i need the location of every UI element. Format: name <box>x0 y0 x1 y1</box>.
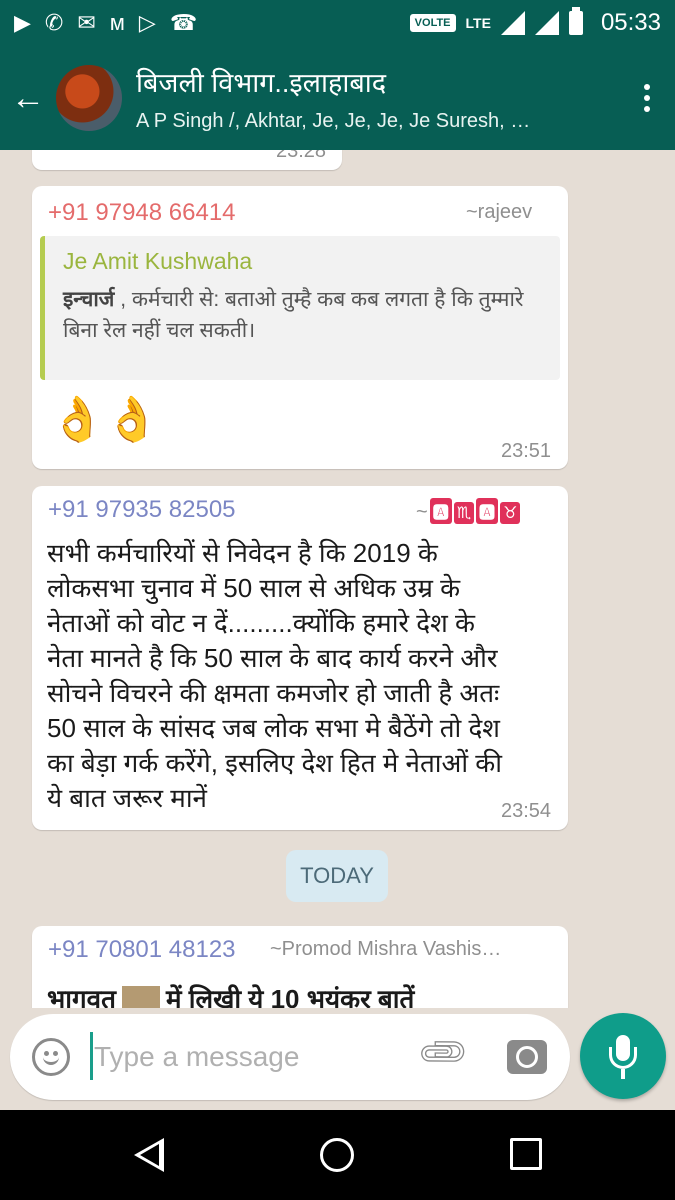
navigation-bar <box>0 1110 675 1200</box>
youtube-icon: ▶ <box>14 10 31 35</box>
message-time: 23:51 <box>501 440 552 462</box>
message-sender[interactable]: +91 97935 82505 <box>48 496 236 524</box>
message-time: 23:54 <box>501 800 552 822</box>
whatsapp-icon: ✆ <box>44 10 64 35</box>
group-title: बिजली विभाग..इलाहाबाद <box>136 68 387 98</box>
missed-call-icon: ☎ <box>169 10 198 35</box>
message-bubble[interactable]: 23:28 <box>32 150 342 170</box>
message-sender[interactable]: +91 97948 66414 <box>48 199 236 227</box>
alias-badge: 🅰 <box>429 498 452 524</box>
message-text: भागवत में लिखी ये 10 भयंकर बातें <box>47 982 547 1008</box>
quoted-message[interactable]: Je Amit Kushwaha इन्चार्ज , कर्मचारी से:… <box>40 236 560 380</box>
nav-back-icon[interactable] <box>134 1138 164 1172</box>
mic-button[interactable] <box>580 1013 666 1099</box>
message-text: सभी कर्मचारियों से निवेदन है कि 2019 के … <box>47 538 503 813</box>
message-time: 23:28 <box>276 150 327 162</box>
paperclip-icon[interactable]: 📎︎ <box>415 1024 472 1081</box>
message-bubble[interactable]: +91 97948 66414 ~rajeev Je Amit Kushwaha… <box>32 186 568 469</box>
ok-hand-emoji: 👌👌 <box>50 395 160 444</box>
message-text-start: भागवत <box>47 984 116 1008</box>
message-sender[interactable]: +91 70801 48123 <box>48 936 236 964</box>
notification-icons: ▶ ✆ ✉ ᴍ ▷ ☎ <box>14 12 410 34</box>
message-text-end: में लिखी ये 10 भयंकर बातें <box>165 984 415 1008</box>
date-divider: TODAY <box>286 850 388 902</box>
more-options-icon[interactable] <box>619 84 675 112</box>
alias-tilde: ~ <box>416 501 428 523</box>
alias-badge: 🅰 <box>476 498 499 524</box>
smile-icon[interactable] <box>32 1038 70 1076</box>
battery-icon <box>568 7 583 35</box>
sender-alias: ~rajeev <box>466 201 533 223</box>
group-members: A P Singh /, Akhtar, Je, Je, Je, Je Sure… <box>136 110 531 132</box>
group-avatar[interactable] <box>56 65 122 131</box>
signal-icon-2 <box>534 11 559 35</box>
sender-alias: ~ 🅰 ♏ 🅰 ♉ <box>416 498 521 524</box>
lte-label: LTE <box>465 15 491 31</box>
alias-badge: ♏ <box>453 502 475 524</box>
signal-icon <box>500 11 525 35</box>
clock: 05:33 <box>600 9 661 36</box>
gmail-icon: ✉ <box>77 10 96 35</box>
app-m-icon: ᴍ <box>109 10 125 35</box>
text-cursor <box>90 1032 93 1080</box>
message-bubble[interactable]: +91 97935 82505 ~ 🅰 ♏ 🅰 ♉ सभी कर्मचारियों से… <box>32 486 568 830</box>
message-bubble[interactable]: +91 70801 48123 ~Promod Mishra Vashis… भ… <box>32 926 568 1008</box>
quoted-text: इन्चार्ज , कर्मचारी से: बताओ तुम्है कब क… <box>63 284 553 346</box>
camera-icon[interactable] <box>507 1040 547 1074</box>
group-info[interactable]: बिजली विभाग..इलाहाबाद A P Singh /, Akhta… <box>136 63 619 133</box>
chat-area: 23:28 +91 97948 66414 ~rajeev Je Amit Ku… <box>0 150 675 1008</box>
back-arrow-icon[interactable]: ← <box>0 81 56 115</box>
quoted-body: , कर्मचारी से: बताओ तुम्है कब कब लगता है… <box>63 288 524 342</box>
nav-home-icon[interactable] <box>320 1138 354 1172</box>
chat-header: ← बिजली विभाग..इलाहाबाद A P Singh /, Akh… <box>0 46 675 150</box>
quoted-bold: इन्चार्ज <box>63 288 115 311</box>
message-input[interactable] <box>94 1034 404 1080</box>
scroll-emoji <box>121 986 160 1008</box>
quoted-sender: Je Amit Kushwaha <box>63 248 253 274</box>
volte-badge: VOLTE <box>409 14 456 32</box>
sender-alias: ~Promod Mishra Vashis… <box>270 938 502 960</box>
status-bar: ▶ ✆ ✉ ᴍ ▷ ☎ VOLTE LTE 05:33 <box>0 0 675 46</box>
alias-badge: ♉ <box>500 502 521 524</box>
message-composer: 📎︎ <box>10 1014 570 1100</box>
nav-recents-icon[interactable] <box>510 1138 542 1170</box>
play-store-icon: ▷ <box>138 10 156 35</box>
